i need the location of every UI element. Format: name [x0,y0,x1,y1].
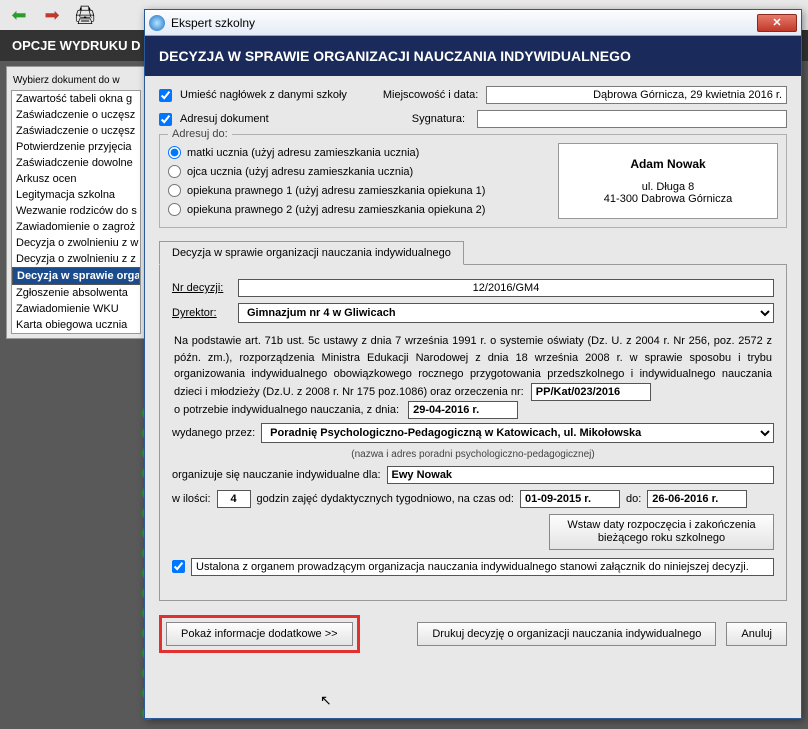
list-item[interactable]: Zawiadomienie WKU [12,301,140,317]
list-item[interactable]: Zawartość tabeli okna g [12,91,140,107]
qty-label1: w ilości: [172,493,211,505]
address-street: ul. Długa 8 [571,181,765,193]
address-option-label: matki ucznia (użyj adresu zamieszkania u… [187,147,419,159]
bg-panel: Wybierz dokument do w Zawartość tabeli o… [6,66,146,339]
print-button[interactable]: Drukuj decyzję o organizacji nauczania i… [417,622,716,646]
address-option-label: ojca ucznia (użyj adresu zamieszkania uc… [187,166,413,178]
address-radio[interactable] [168,165,181,178]
chk-attachment[interactable] [172,560,185,573]
dir-select[interactable]: Gimnazjum nr 4 w Gliwicach [238,303,774,323]
address-lines: ul. Długa 8 41-300 Dabrowa Górnicza [571,181,765,205]
issued-label: wydanego przez: [172,427,255,439]
list-item[interactable]: Decyzja w sprawie orgar [12,267,140,285]
orz-date-input[interactable] [408,401,518,419]
address-fieldset: Adresuj do: matki ucznia (użyj adresu za… [159,134,787,228]
address-options: matki ucznia (użyj adresu zamieszkania u… [168,143,548,219]
dialog-header: DECYZJA W SPRAWIE ORGANIZACJI NAUCZANIA … [145,36,801,76]
bg-doc-list[interactable]: Zawartość tabeli okna gZaświadczenie o u… [11,90,141,334]
tab-strip: Decyzja w sprawie organizacji nauczania … [159,240,787,265]
issued-select[interactable]: Poradnię Psychologiczno-Pedagogiczną w K… [261,423,774,443]
list-item[interactable]: Zaświadczenie o uczęsz [12,107,140,123]
list-item[interactable]: Zaświadczenie dowolne [12,155,140,171]
list-item[interactable]: Potwierdzenie przyjęcia [12,139,140,155]
insert-dates-button[interactable]: Wstaw daty rozpoczęcia i zakończenia bie… [549,514,774,550]
chk-address[interactable] [159,113,172,126]
bg-panel-label: Wybierz dokument do w [13,75,139,86]
orz-nr-input[interactable] [531,383,651,401]
address-preview: Adam Nowak ul. Długa 8 41-300 Dabrowa Gó… [558,143,778,219]
list-item[interactable]: Decyzja o zwolnieniu z z [12,251,140,267]
address-city: 41-300 Dabrowa Górnicza [571,193,765,205]
list-item[interactable]: Zgłoszenie absolwenta [12,285,140,301]
back-icon[interactable]: ⬅ [5,3,33,27]
address-option[interactable]: ojca ucznia (użyj adresu zamieszkania uc… [168,162,548,181]
qty-input[interactable] [217,490,251,508]
para1-text: Na podstawie art. 71b ust. 5c ustawy z d… [174,335,772,398]
nr-input[interactable] [238,279,774,297]
address-legend: Adresuj do: [168,128,232,140]
loc-date-label: Miejscowość i data: [383,89,478,101]
address-option[interactable]: opiekuna prawnego 1 (użyj adresu zamiesz… [168,181,548,200]
list-item[interactable]: Legitymacja szkolna [12,187,140,203]
issued-note: (nazwa i adres poradni psychologiczno-pe… [172,449,774,460]
address-option[interactable]: matki ucznia (użyj adresu zamieszkania u… [168,143,548,162]
date-from-input[interactable] [520,490,620,508]
address-option[interactable]: opiekuna prawnego 2 (użyj adresu zamiesz… [168,200,548,219]
dialog-window: Ekspert szkolny ✕ DECYZJA W SPRAWIE ORGA… [144,9,802,719]
sig-input[interactable] [477,110,787,128]
address-radio[interactable] [168,146,181,159]
chk-address-label: Adresuj dokument [180,113,269,125]
show-more-button[interactable]: Pokaż informacje dodatkowe >> [166,622,353,646]
dialog-body: Umieść nagłówek z danymi szkoły Miejscow… [145,76,801,663]
para2-text: o potrzebie indywidualnego nauczania, z … [174,404,399,416]
org-input[interactable] [387,466,774,484]
titlebar-text: Ekspert szkolny [171,16,757,30]
date-to-label: do: [626,493,641,505]
chk-header[interactable] [159,89,172,102]
chk-header-label: Umieść nagłówek z danymi szkoły [180,89,347,101]
close-button[interactable]: ✕ [757,14,797,32]
qty-label2: godzin zajęć dydaktycznych tygodniowo, n… [257,493,514,505]
cancel-button[interactable]: Anuluj [726,622,787,646]
address-option-label: opiekuna prawnego 1 (użyj adresu zamiesz… [187,185,485,197]
date-to-input[interactable] [647,490,747,508]
dir-label: Dyrektor: [172,307,232,319]
titlebar: Ekspert szkolny ✕ [145,10,801,36]
print-icon[interactable]: 🖨 [71,3,99,27]
attachment-text[interactable] [191,558,774,576]
tab-content: Nr decyzji: Dyrektor: Gimnazjum nr 4 w G… [159,265,787,601]
list-item[interactable]: Zaświadczenie o uczęsz [12,123,140,139]
button-row: Pokaż informacje dodatkowe >> Drukuj dec… [159,615,787,653]
tab-decision[interactable]: Decyzja w sprawie organizacji nauczania … [159,241,464,265]
nr-label: Nr decyzji: [172,282,232,294]
list-item[interactable]: Decyzja o zwolnieniu z w [12,235,140,251]
list-item[interactable]: Wezwanie rodziców do s [12,203,140,219]
address-radio[interactable] [168,184,181,197]
forward-icon[interactable]: ➡ [38,3,66,27]
address-radio[interactable] [168,203,181,216]
list-item[interactable]: Karta obiegowa ucznia [12,317,140,333]
loc-date-input[interactable] [486,86,787,104]
list-item[interactable]: Zawiadomienie o zagroż [12,219,140,235]
legal-paragraph: Na podstawie art. 71b ust. 5c ustawy z d… [172,329,774,423]
sig-label: Sygnatura: [412,113,465,125]
org-label: organizuje się nauczanie indywidualne dl… [172,469,381,481]
app-icon [149,15,165,31]
address-name: Adam Nowak [571,157,765,171]
highlight-frame: Pokaż informacje dodatkowe >> [159,615,360,653]
list-item[interactable]: Arkusz ocen [12,171,140,187]
address-option-label: opiekuna prawnego 2 (użyj adresu zamiesz… [187,204,485,216]
